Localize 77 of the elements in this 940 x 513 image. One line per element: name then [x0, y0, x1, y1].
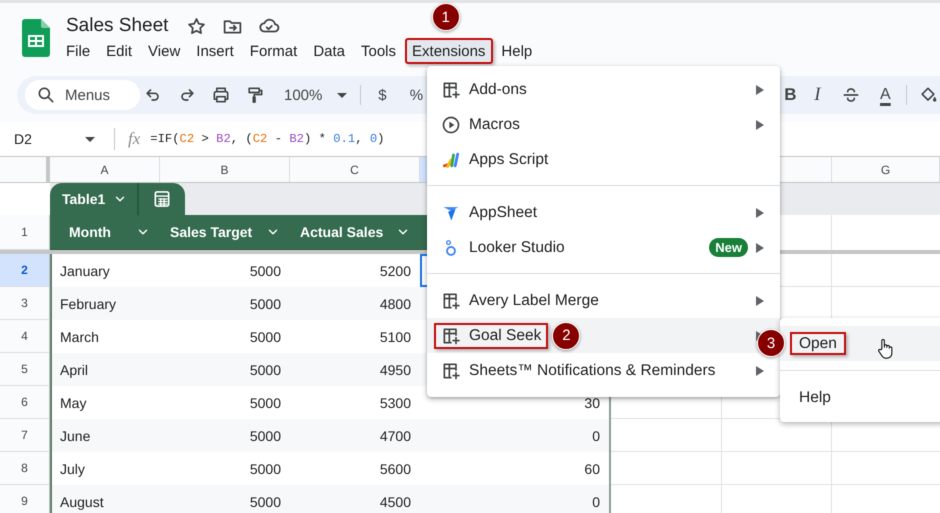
caret-icon — [85, 136, 95, 142]
row-number[interactable]: 2 — [0, 254, 50, 287]
puzzle-table-icon — [441, 360, 461, 380]
table-cell: 5000 — [160, 419, 290, 452]
menu-item[interactable]: View — [141, 38, 188, 64]
menu-item[interactable]: Avery Label Merge — [427, 283, 780, 318]
row-number[interactable]: 4 — [0, 320, 50, 353]
row-number[interactable]: 5 — [0, 353, 50, 386]
puzzle-table-icon — [441, 80, 461, 100]
script-logo-icon — [441, 150, 461, 170]
table-cell: 4950 — [290, 353, 420, 386]
star-icon[interactable] — [186, 16, 208, 36]
table-cell: May — [50, 386, 160, 419]
column-header-cell[interactable]: Actual Sales — [290, 215, 420, 249]
table-cell: June — [50, 419, 160, 452]
menu-item[interactable]: Insert — [189, 38, 242, 64]
table-cell: 60 — [420, 452, 611, 485]
search-icon — [36, 85, 56, 105]
table-cell: July — [50, 452, 160, 485]
table-cell: 4800 — [290, 287, 420, 320]
currency-button[interactable]: $ — [365, 80, 400, 110]
menu-item[interactable]: Tools — [354, 38, 404, 64]
menu-item[interactable]: Help — [494, 38, 540, 64]
new-badge: New — [709, 238, 748, 257]
table-cell: March — [50, 320, 160, 353]
puzzle-table-icon — [441, 290, 461, 310]
table-grid-icon[interactable] — [152, 189, 172, 209]
sheets-logo-icon[interactable] — [22, 19, 50, 57]
menu-item[interactable]: Apps Script — [427, 142, 780, 177]
formula-input[interactable]: =IF(C2 > B2, (C2 - B2) * 0.1, 0) — [150, 132, 384, 146]
table-cell: February — [50, 287, 160, 320]
row-number[interactable]: 7 — [0, 419, 50, 452]
zoom-dropdown[interactable]: 100% — [276, 80, 356, 110]
table-cell: January — [50, 254, 160, 287]
menu-item[interactable]: File — [59, 38, 98, 64]
step-badge: 2 — [552, 322, 580, 350]
table-cell: August — [50, 485, 160, 513]
table-cell: 4700 — [290, 419, 420, 452]
puzzle-table-icon — [441, 326, 461, 346]
menu-item[interactable]: Extensions — [405, 38, 494, 64]
menu-item[interactable]: Edit — [99, 38, 140, 64]
table-cell: 5000 — [160, 485, 290, 513]
menu-item[interactable]: Help — [780, 380, 940, 415]
function-label: fx — [128, 129, 140, 149]
column-header[interactable]: B — [160, 157, 290, 182]
table-cell: 0 — [420, 419, 611, 452]
menu-item[interactable]: Macros — [427, 107, 780, 142]
search-field[interactable]: Menus — [25, 80, 140, 110]
bold-button[interactable]: B — [780, 80, 800, 110]
row-number[interactable]: 9 — [0, 485, 50, 513]
column-header[interactable]: A — [50, 157, 160, 182]
menu-item[interactable]: Format — [242, 38, 306, 64]
column-header-cell[interactable]: Sales Target — [160, 215, 290, 249]
column-header-cell[interactable]: Month — [50, 215, 160, 249]
column-header[interactable]: G — [832, 157, 940, 182]
menu-item[interactable]: AppSheet — [427, 195, 780, 230]
name-box[interactable]: D2 — [0, 126, 98, 152]
strikethrough-icon — [841, 85, 862, 105]
document-title[interactable]: Sales Sheet — [66, 15, 168, 37]
italic-button[interactable]: I — [800, 80, 834, 110]
step-badge: 1 — [432, 3, 460, 31]
table-cell: 4500 — [290, 485, 420, 513]
row-number[interactable]: 8 — [0, 452, 50, 485]
row-number[interactable]: 6 — [0, 386, 50, 419]
print-icon — [211, 85, 231, 105]
menu-item[interactable]: Data — [306, 38, 353, 64]
row-number[interactable]: 1 — [0, 215, 50, 250]
menu-item[interactable]: Open — [780, 326, 940, 361]
row-number[interactable]: 3 — [0, 287, 50, 320]
caret-icon — [337, 92, 348, 98]
table-cell: April — [50, 353, 160, 386]
table-cell: 0 — [420, 485, 611, 513]
table-cell: 5000 — [160, 287, 290, 320]
menu-item[interactable]: Looker Studio New — [427, 230, 780, 265]
text-color-button[interactable]: A — [868, 80, 902, 110]
play-circle-icon — [441, 114, 461, 134]
table-cell: 5000 — [160, 353, 290, 386]
